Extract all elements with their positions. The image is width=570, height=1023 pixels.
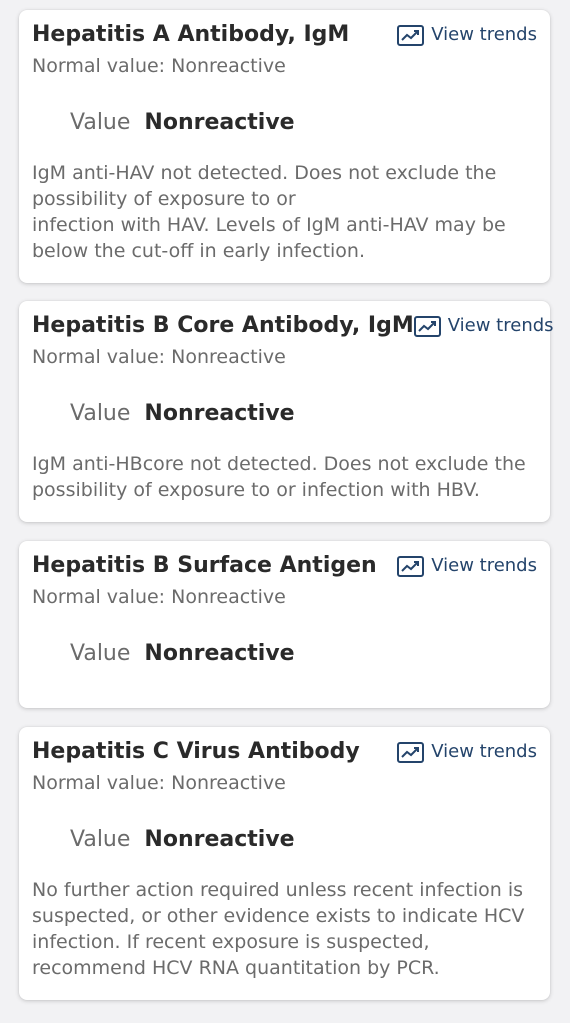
result-comment: IgM anti-HAV not detected. Does not excl… bbox=[32, 162, 506, 262]
result-comment: IgM anti-HBcore not detected. Does not e… bbox=[32, 453, 526, 501]
result-card-hepatitis-a: Hepatitis A Antibody, IgM View trends No… bbox=[19, 10, 550, 283]
result-value: Nonreactive bbox=[144, 110, 295, 135]
card-header: Hepatitis B Surface Antigen View trends bbox=[32, 549, 537, 583]
card-header: Hepatitis B Core Antibody, IgM View tren… bbox=[32, 309, 554, 343]
test-title: Hepatitis B Core Antibody, IgM bbox=[32, 313, 414, 338]
trend-chart-icon bbox=[397, 555, 425, 577]
view-trends-link[interactable]: View trends bbox=[413, 309, 554, 343]
view-trends-label: View trends bbox=[447, 315, 554, 336]
view-trends-label: View trends bbox=[431, 741, 537, 762]
normal-value: Normal value: Nonreactive bbox=[32, 772, 286, 794]
value-label: Value bbox=[70, 827, 131, 852]
trend-chart-icon bbox=[397, 741, 425, 763]
view-trends-link[interactable]: View trends bbox=[397, 735, 537, 769]
normal-value: Normal value: Nonreactive bbox=[32, 346, 286, 368]
value-label: Value bbox=[70, 110, 131, 135]
test-title: Hepatitis A Antibody, IgM bbox=[32, 22, 350, 47]
value-row: Value Nonreactive bbox=[32, 641, 537, 666]
view-trends-label: View trends bbox=[431, 24, 537, 45]
value-label: Value bbox=[70, 401, 131, 426]
test-title: Hepatitis B Surface Antigen bbox=[32, 553, 377, 578]
value-row: Value Nonreactive bbox=[32, 827, 537, 852]
value-row: Value Nonreactive bbox=[32, 401, 537, 426]
view-trends-label: View trends bbox=[431, 555, 537, 576]
card-header: Hepatitis C Virus Antibody View trends bbox=[32, 735, 537, 769]
view-trends-link[interactable]: View trends bbox=[397, 18, 537, 52]
trend-chart-icon bbox=[397, 24, 425, 46]
result-value: Nonreactive bbox=[144, 827, 295, 852]
result-card-hepatitis-c: Hepatitis C Virus Antibody View trends N… bbox=[19, 727, 550, 1000]
normal-value: Normal value: Nonreactive bbox=[32, 55, 286, 77]
normal-value: Normal value: Nonreactive bbox=[32, 586, 286, 608]
result-value: Nonreactive bbox=[144, 641, 295, 666]
result-value: Nonreactive bbox=[144, 401, 295, 426]
view-trends-link[interactable]: View trends bbox=[397, 549, 537, 583]
trend-chart-icon bbox=[413, 315, 441, 337]
value-label: Value bbox=[70, 641, 131, 666]
result-card-hepatitis-b-surface: Hepatitis B Surface Antigen View trends … bbox=[19, 541, 550, 708]
test-title: Hepatitis C Virus Antibody bbox=[32, 739, 360, 764]
value-row: Value Nonreactive bbox=[32, 110, 537, 135]
card-header: Hepatitis A Antibody, IgM View trends bbox=[32, 18, 537, 52]
result-card-hepatitis-b-core: Hepatitis B Core Antibody, IgM View tren… bbox=[19, 301, 554, 522]
result-comment: No further action required unless recent… bbox=[32, 879, 525, 979]
